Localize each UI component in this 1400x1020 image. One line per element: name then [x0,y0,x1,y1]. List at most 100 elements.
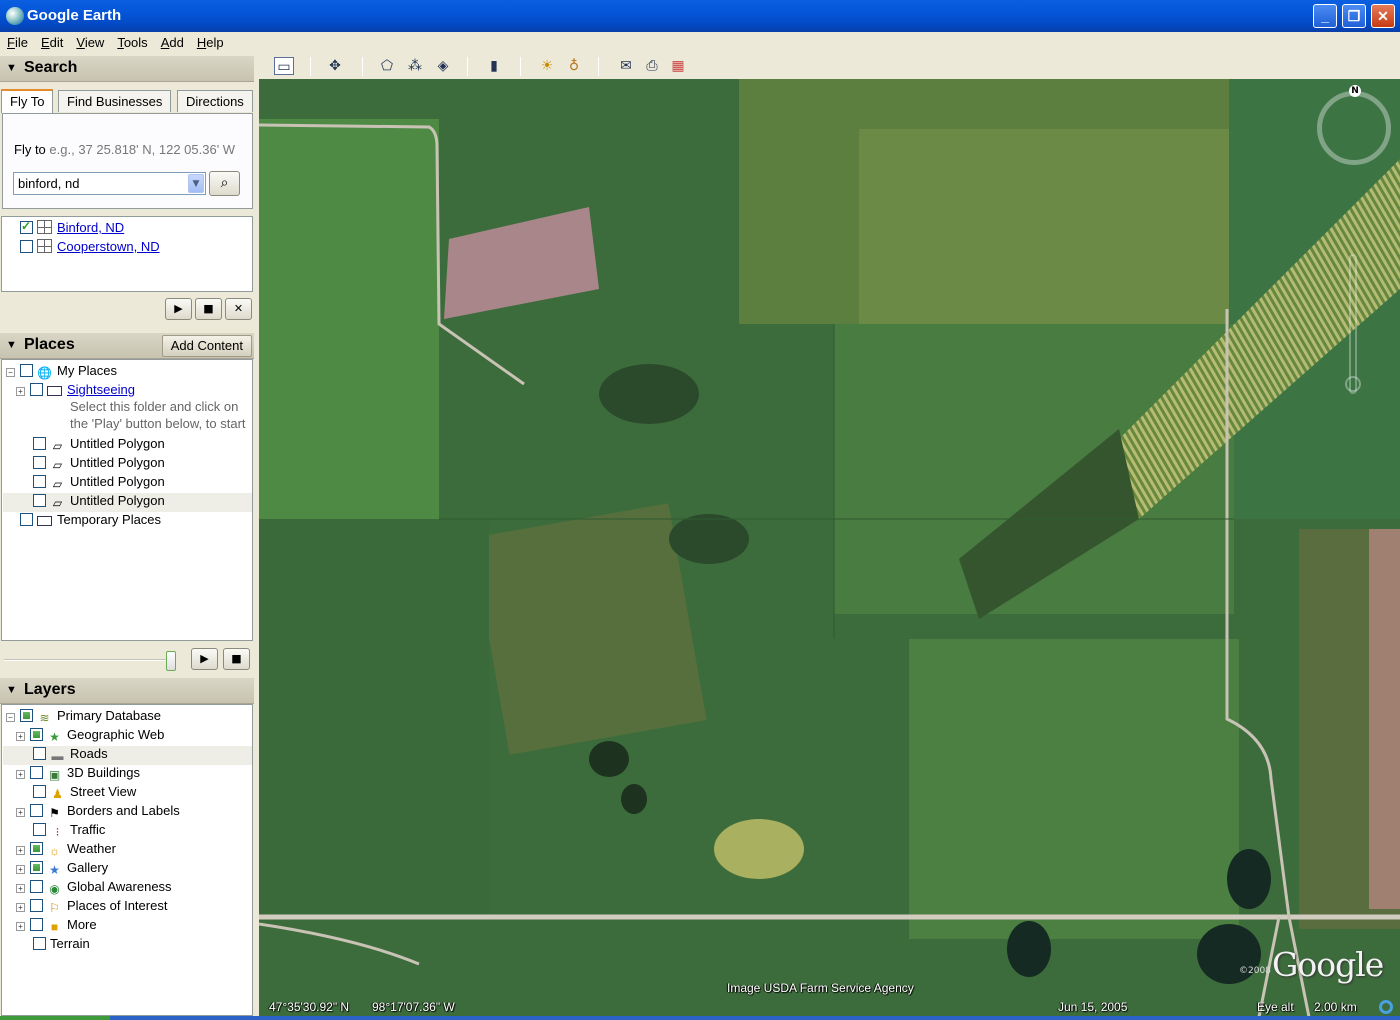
clear-results-button[interactable]: ✕ [225,298,252,320]
collapse-icon[interactable]: − [6,713,15,722]
sky-planet-icon[interactable]: ♁ [564,57,584,75]
tree-checkbox[interactable] [33,437,46,450]
view-in-maps-icon[interactable]: ▦ [668,57,688,75]
layer-checkbox[interactable] [30,880,43,893]
zoom-slider-thumb[interactable] [1345,376,1361,392]
layer-checkbox[interactable] [33,747,46,760]
tree-item-temporary-places[interactable]: Temporary Places [20,512,161,531]
layer-roads[interactable]: ▬ Roads [3,746,252,765]
tree-checkbox[interactable] [20,513,33,526]
expand-icon[interactable]: + [16,770,25,779]
ruler-icon[interactable]: ▮ [484,57,504,75]
layer-gallery[interactable]: + ★ Gallery [16,860,108,879]
tab-fly-to[interactable]: Fly To [1,89,54,113]
tree-checkbox[interactable] [33,494,46,507]
minimize-button[interactable]: _ [1313,4,1337,28]
tree-item-label[interactable]: Sightseeing [67,382,135,397]
collapse-triangle-icon[interactable]: ▼ [6,339,17,351]
layer-geographic-web[interactable]: + ★ Geographic Web [16,727,164,746]
layer-checkbox[interactable] [20,709,33,722]
stop-tour-button[interactable]: ■ [223,648,250,670]
layer-weather[interactable]: + ☼ Weather [16,841,116,860]
search-panel-header[interactable]: ▼ Search [0,56,254,82]
tree-checkbox[interactable] [20,364,33,377]
email-icon[interactable]: ✉ [616,57,636,75]
tree-item-my-places[interactable]: − 🌐 My Places [6,363,117,382]
tree-checkbox[interactable] [33,456,46,469]
layer-checkbox[interactable] [30,842,43,855]
layer-checkbox[interactable] [30,861,43,874]
tab-find-businesses[interactable]: Find Businesses [58,90,172,112]
layer-checkbox[interactable] [30,766,43,779]
tour-speed-slider-track[interactable] [4,659,176,661]
expand-icon[interactable]: + [16,865,25,874]
menu-view[interactable]: View [69,32,110,50]
tree-item-polygon[interactable]: ▱ Untitled Polygon [33,474,165,493]
tree-checkbox[interactable] [33,475,46,488]
add-path-icon[interactable]: ⁂ [405,57,425,75]
tree-item-polygon[interactable]: ▱ Untitled Polygon [33,436,165,455]
result-label[interactable]: Binford, ND [57,220,124,235]
tree-item-polygon[interactable]: ▱ Untitled Polygon [33,455,165,474]
search-button[interactable]: ⌕ [209,171,240,196]
play-tour-button[interactable]: ▶ [191,648,218,670]
expand-icon[interactable]: + [16,903,25,912]
expand-icon[interactable]: + [16,387,25,396]
add-image-overlay-icon[interactable]: ◈ [433,57,453,75]
sidebar-toggle-icon[interactable]: ▭ [274,57,294,75]
layer-checkbox[interactable] [30,899,43,912]
expand-icon[interactable]: + [16,732,25,741]
chevron-down-icon[interactable]: ▼ [188,174,204,193]
compass-north-icon[interactable]: N [1349,85,1361,97]
fly-to-input-value[interactable]: binford, nd [18,176,79,191]
layers-panel-header[interactable]: ▼ Layers [0,678,254,704]
add-placemark-icon[interactable]: ✥ [325,57,345,75]
print-icon[interactable]: ⎙ [642,57,662,75]
collapse-triangle-icon[interactable]: ▼ [6,684,17,696]
places-panel-header[interactable]: ▼ Places Add Content [0,333,254,359]
layer-street-view[interactable]: ♟ Street View [33,784,136,803]
tour-speed-slider-thumb[interactable] [166,651,176,671]
result-binford[interactable]: Binford, ND [20,219,124,239]
tree-checkbox[interactable] [30,383,43,396]
collapse-icon[interactable]: − [6,368,15,377]
expand-icon[interactable]: + [16,884,25,893]
layer-checkbox[interactable] [33,937,46,950]
menu-edit[interactable]: Edit [34,32,69,50]
tab-directions[interactable]: Directions [177,90,253,112]
stop-button[interactable]: ■ [195,298,222,320]
layer-checkbox[interactable] [30,918,43,931]
maximize-button[interactable]: ❐ [1342,4,1366,28]
layer-terrain[interactable]: Terrain [33,936,90,955]
result-checkbox[interactable] [20,240,33,253]
play-button[interactable]: ▶ [165,298,192,320]
layer-borders-and-labels[interactable]: + ⚑ Borders and Labels [16,803,180,822]
menu-file[interactable]: File [0,32,34,50]
add-content-button[interactable]: Add Content [161,335,252,357]
close-button[interactable]: ✕ [1371,4,1395,28]
compass-ring[interactable] [1317,91,1391,165]
fly-to-input[interactable]: binford, nd ▼ [13,172,206,195]
map-view[interactable]: N ©2008 Google Image USDA Farm Service A… [259,79,1400,1017]
menu-help[interactable]: Help [190,32,230,50]
layer-checkbox[interactable] [30,804,43,817]
layer-places-of-interest[interactable]: + ⚐ Places of Interest [16,898,167,917]
expand-icon[interactable]: + [16,922,25,931]
expand-icon[interactable]: + [16,808,25,817]
collapse-triangle-icon[interactable]: ▼ [6,62,17,74]
layer-primary-database[interactable]: − ≋ Primary Database [6,708,161,727]
menu-add[interactable]: Add [154,32,190,50]
result-label[interactable]: Cooperstown, ND [57,239,160,254]
zoom-slider-icon[interactable] [1349,254,1357,394]
result-checkbox[interactable] [20,219,33,234]
tree-item-polygon-selected[interactable]: ▱ Untitled Polygon [3,493,252,512]
sunlight-icon[interactable]: ☀ [537,57,557,75]
layer-more[interactable]: + ■ More [16,917,97,936]
layer-checkbox[interactable] [30,728,43,741]
add-polygon-icon[interactable]: ⬠ [377,57,397,75]
expand-icon[interactable]: + [16,846,25,855]
layer-global-awareness[interactable]: + ◉ Global Awareness [16,879,172,898]
layer-checkbox[interactable] [33,785,46,798]
layer-traffic[interactable]: ⁝ Traffic [33,822,105,841]
result-cooperstown[interactable]: Cooperstown, ND [20,239,160,258]
